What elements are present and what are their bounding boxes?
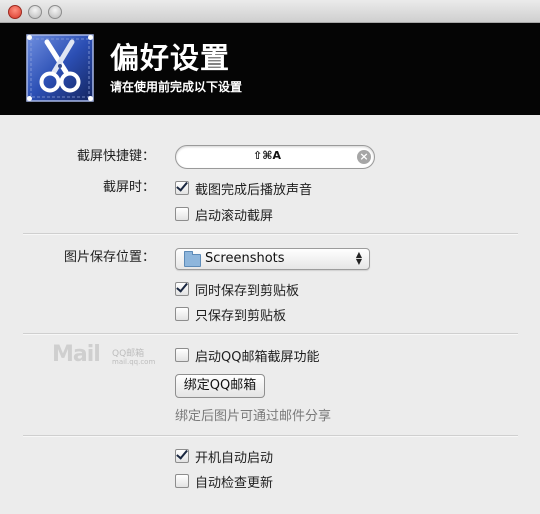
capture-when-label: 截屏时： — [102, 180, 155, 195]
scroll-capture-label: 启动滚动截屏 — [195, 208, 274, 224]
also-clipboard-label: 同时保存到剪贴板 — [195, 283, 300, 299]
scissors-app-icon — [26, 34, 94, 102]
bind-hint-text: 绑定后图片可通过邮件分享 — [175, 409, 332, 424]
zoom-window-button[interactable] — [48, 5, 62, 19]
mail-logo-domain: mail.qq.com — [112, 358, 156, 366]
page-subtitle: 请在使用前完成以下设置 — [110, 80, 243, 94]
section-divider — [23, 333, 518, 335]
scroll-capture-checkbox[interactable] — [175, 207, 189, 221]
enable-qqmail-label: 启动QQ邮箱截屏功能 — [195, 349, 320, 365]
qq-mail-logo: Mail QQ邮箱 mail.qq.com — [52, 342, 162, 369]
minimize-window-button[interactable] — [28, 5, 42, 19]
mail-logo-word: Mail — [52, 342, 101, 367]
title-bar — [0, 0, 540, 23]
autostart-checkbox[interactable] — [175, 449, 189, 463]
up-down-arrows-icon: ▲ ▼ — [355, 250, 362, 266]
bind-qqmail-button[interactable]: 绑定QQ邮箱 — [175, 374, 265, 398]
page-title: 偏好设置 — [110, 41, 231, 75]
hotkey-label: 截屏快捷键： — [76, 149, 155, 164]
enable-qqmail-option[interactable]: 启动QQ邮箱截屏功能 — [175, 346, 320, 365]
folder-icon — [184, 251, 201, 267]
only-clipboard-checkbox[interactable] — [175, 307, 189, 321]
also-clipboard-checkbox[interactable] — [175, 282, 189, 296]
play-sound-checkbox[interactable] — [175, 181, 189, 195]
autostart-label: 开机自动启动 — [195, 450, 274, 466]
also-clipboard-option[interactable]: 同时保存到剪贴板 — [175, 280, 300, 299]
hotkey-value: ⇧⌘A — [253, 149, 281, 162]
only-clipboard-label: 只保存到剪贴板 — [195, 308, 287, 324]
play-sound-label: 截图完成后播放声音 — [195, 182, 313, 198]
hotkey-field[interactable]: ⇧⌘A × — [175, 145, 375, 169]
header-banner: 偏好设置 请在使用前完成以下设置 — [0, 23, 540, 115]
auto-update-label: 自动检查更新 — [195, 475, 274, 491]
section-divider — [23, 435, 518, 437]
save-location-label: 图片保存位置： — [63, 250, 155, 265]
play-sound-option[interactable]: 截图完成后播放声音 — [175, 179, 313, 198]
clear-icon[interactable]: × — [357, 150, 371, 164]
enable-qqmail-checkbox[interactable] — [175, 348, 189, 362]
auto-update-checkbox[interactable] — [175, 474, 189, 488]
scroll-capture-option[interactable]: 启动滚动截屏 — [175, 205, 274, 224]
save-location-popup[interactable]: Screenshots ▲ ▼ — [175, 248, 370, 270]
section-divider — [23, 233, 518, 235]
autostart-option[interactable]: 开机自动启动 — [175, 447, 274, 466]
preferences-window: 偏好设置 请在使用前完成以下设置 截屏快捷键： ⇧⌘A × 截屏时： 截图完成后… — [0, 0, 540, 514]
only-clipboard-option[interactable]: 只保存到剪贴板 — [175, 305, 287, 324]
save-folder-value: Screenshots — [205, 251, 285, 266]
close-window-button[interactable] — [8, 5, 22, 19]
auto-update-option[interactable]: 自动检查更新 — [175, 472, 274, 491]
